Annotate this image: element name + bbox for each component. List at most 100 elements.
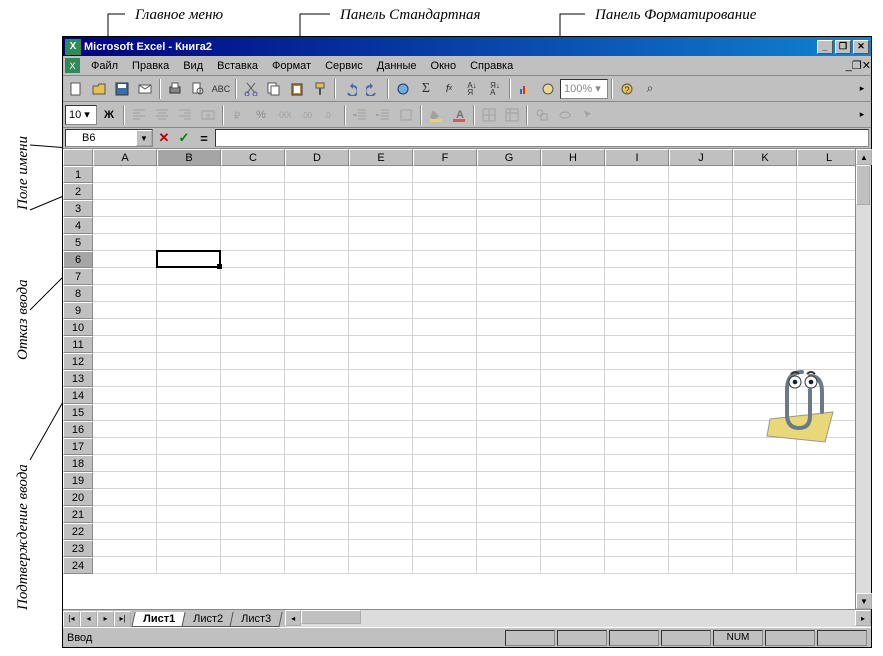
row-header[interactable]: 4 bbox=[63, 217, 93, 234]
cell[interactable] bbox=[477, 370, 541, 387]
cell[interactable] bbox=[413, 506, 477, 523]
cell[interactable] bbox=[669, 251, 733, 268]
prev-sheet-icon[interactable]: ◂ bbox=[80, 611, 97, 627]
cell[interactable] bbox=[285, 319, 349, 336]
vscroll-thumb[interactable] bbox=[856, 165, 870, 205]
cell[interactable] bbox=[93, 166, 157, 183]
cell[interactable] bbox=[413, 472, 477, 489]
cell[interactable] bbox=[477, 421, 541, 438]
cell[interactable] bbox=[349, 506, 413, 523]
sheet-tab[interactable]: Лист3 bbox=[230, 612, 283, 627]
sort-asc-icon[interactable]: А↓Я bbox=[461, 78, 483, 100]
cell[interactable] bbox=[285, 387, 349, 404]
cell[interactable] bbox=[477, 404, 541, 421]
cell[interactable] bbox=[285, 200, 349, 217]
cell[interactable] bbox=[541, 268, 605, 285]
cell[interactable] bbox=[733, 455, 797, 472]
cell[interactable] bbox=[157, 421, 221, 438]
cell[interactable] bbox=[221, 200, 285, 217]
cell[interactable] bbox=[93, 353, 157, 370]
cell[interactable] bbox=[93, 540, 157, 557]
function-icon[interactable]: fx bbox=[438, 78, 460, 100]
cell[interactable] bbox=[93, 217, 157, 234]
cell[interactable] bbox=[733, 489, 797, 506]
col-header[interactable]: C bbox=[221, 149, 285, 166]
cell[interactable] bbox=[669, 472, 733, 489]
cell[interactable] bbox=[349, 268, 413, 285]
row-header[interactable]: 11 bbox=[63, 336, 93, 353]
cell[interactable] bbox=[221, 302, 285, 319]
col-header[interactable]: D bbox=[285, 149, 349, 166]
cell[interactable] bbox=[349, 217, 413, 234]
row-header[interactable]: 10 bbox=[63, 319, 93, 336]
cell[interactable] bbox=[477, 336, 541, 353]
row-header[interactable]: 16 bbox=[63, 421, 93, 438]
cell[interactable] bbox=[797, 251, 861, 268]
gridlines-icon[interactable] bbox=[478, 104, 500, 126]
scroll-up-icon[interactable]: ▲ bbox=[856, 149, 872, 165]
cell[interactable] bbox=[157, 455, 221, 472]
col-header[interactable]: F bbox=[413, 149, 477, 166]
cell[interactable] bbox=[605, 166, 669, 183]
cell[interactable] bbox=[477, 489, 541, 506]
cell[interactable] bbox=[605, 370, 669, 387]
cell[interactable] bbox=[413, 455, 477, 472]
cell[interactable] bbox=[221, 438, 285, 455]
row-header[interactable]: 6 bbox=[63, 251, 93, 268]
cell[interactable] bbox=[221, 506, 285, 523]
cell[interactable] bbox=[541, 523, 605, 540]
paste-icon[interactable] bbox=[286, 78, 308, 100]
row-header[interactable]: 23 bbox=[63, 540, 93, 557]
cell[interactable] bbox=[157, 438, 221, 455]
mail-icon[interactable] bbox=[134, 78, 156, 100]
cell[interactable] bbox=[733, 183, 797, 200]
cell[interactable] bbox=[669, 319, 733, 336]
cell[interactable] bbox=[221, 285, 285, 302]
cell[interactable] bbox=[93, 285, 157, 302]
cell[interactable] bbox=[349, 336, 413, 353]
cell[interactable] bbox=[797, 506, 861, 523]
merge-center-icon[interactable]: a bbox=[197, 104, 219, 126]
toolbar-overflow-icon[interactable]: ▸ bbox=[855, 78, 869, 100]
cell[interactable] bbox=[349, 523, 413, 540]
cell[interactable] bbox=[541, 370, 605, 387]
cell[interactable] bbox=[669, 302, 733, 319]
confirm-entry-button[interactable]: ✓ bbox=[175, 129, 193, 147]
cell[interactable] bbox=[349, 234, 413, 251]
cell[interactable] bbox=[93, 404, 157, 421]
cell[interactable] bbox=[797, 336, 861, 353]
cell[interactable] bbox=[477, 387, 541, 404]
horizontal-scrollbar[interactable]: ◂ ▸ bbox=[285, 610, 871, 627]
table-autoformat-icon[interactable] bbox=[501, 104, 523, 126]
cell[interactable] bbox=[669, 370, 733, 387]
cell[interactable] bbox=[349, 387, 413, 404]
cell[interactable] bbox=[349, 438, 413, 455]
menu-tools[interactable]: Сервис bbox=[318, 58, 370, 74]
cell[interactable] bbox=[477, 557, 541, 574]
cell[interactable] bbox=[477, 455, 541, 472]
cell[interactable] bbox=[93, 234, 157, 251]
cell[interactable] bbox=[797, 472, 861, 489]
cell[interactable] bbox=[285, 506, 349, 523]
cell[interactable] bbox=[797, 200, 861, 217]
cell[interactable] bbox=[733, 268, 797, 285]
cell[interactable] bbox=[93, 438, 157, 455]
cell[interactable] bbox=[157, 557, 221, 574]
align-right-icon[interactable] bbox=[174, 104, 196, 126]
col-header[interactable]: I bbox=[605, 149, 669, 166]
cell[interactable] bbox=[541, 506, 605, 523]
name-box-dropdown-icon[interactable]: ▼ bbox=[136, 130, 152, 146]
scroll-left-icon[interactable]: ◂ bbox=[285, 610, 301, 626]
cell[interactable] bbox=[541, 234, 605, 251]
cell[interactable] bbox=[477, 319, 541, 336]
cell[interactable] bbox=[541, 557, 605, 574]
cell[interactable] bbox=[733, 557, 797, 574]
cell[interactable] bbox=[733, 506, 797, 523]
cell[interactable] bbox=[605, 404, 669, 421]
cell[interactable] bbox=[221, 387, 285, 404]
cell[interactable] bbox=[541, 285, 605, 302]
cell[interactable] bbox=[477, 183, 541, 200]
cell[interactable] bbox=[605, 387, 669, 404]
cell[interactable] bbox=[349, 285, 413, 302]
cell[interactable] bbox=[413, 370, 477, 387]
